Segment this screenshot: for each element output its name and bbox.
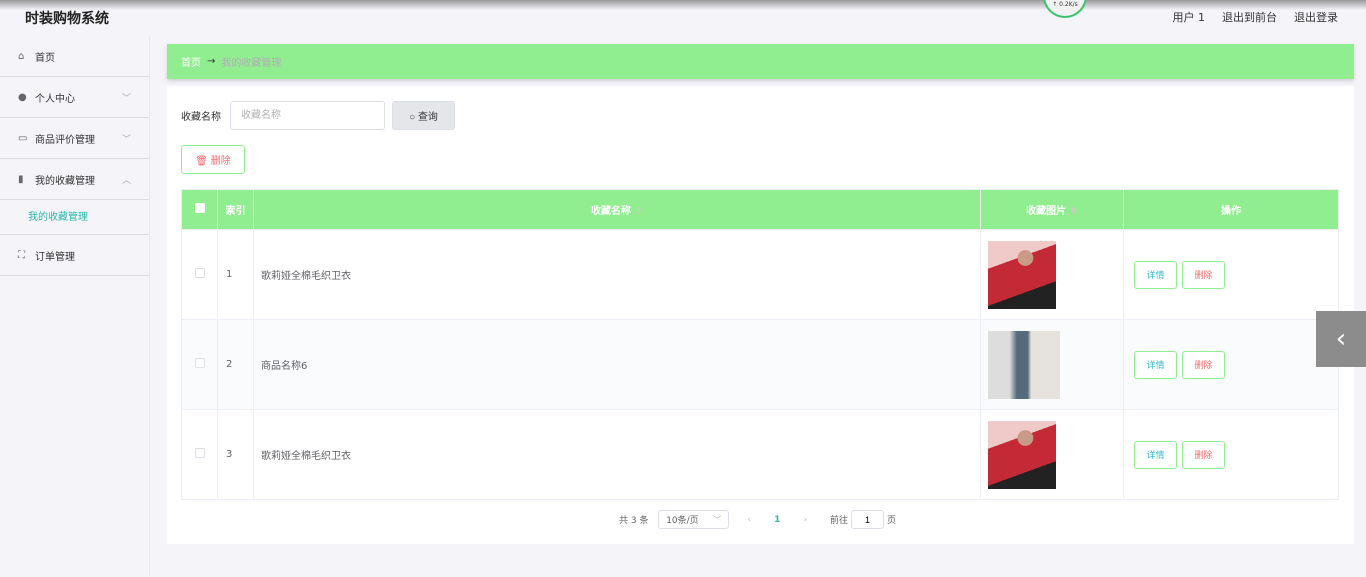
breadcrumb-home[interactable]: 首页 [181,54,201,69]
page-number[interactable]: 1 [774,515,780,525]
sidebar-item-personal[interactable]: ● 个人中心 ﹀ [0,77,149,118]
sidebar-item-label: 个人中心 [35,93,75,105]
select-all-cell[interactable] [181,189,218,230]
logout-link[interactable]: 退出登录 [1294,9,1338,25]
row-ops: 详情 删除 [1123,409,1339,500]
page-size-value: 10条/页 [666,516,699,526]
row-index: 3 [217,409,254,500]
detail-button[interactable]: 详情 [1134,350,1177,379]
product-image[interactable] [988,240,1056,309]
app-title: 时装购物系统 [25,11,109,27]
row-ops: 详情 删除 [1123,319,1339,410]
header-index: 索引 [217,189,254,230]
order-icon: ⛶ [18,249,25,261]
total-count: 共 3 条 [619,516,649,526]
delete-button[interactable]: 删除 [1182,350,1225,379]
row-name: 歌莉娅全棉毛织卫衣 [253,229,981,320]
row-name: 歌莉娅全棉毛织卫衣 [253,409,981,500]
row-image-cell [980,409,1124,500]
breadcrumb-current: 我的收藏管理 [221,58,282,69]
comment-icon: ▭ [18,132,28,144]
to-front-link[interactable]: 退出到前台 [1222,9,1277,25]
user-bar: 用户 1 退出到前台 退出登录 [1173,9,1339,25]
next-page-button[interactable]: › [803,515,807,525]
top-shade [0,0,1366,10]
content-card: 收藏名称 ○ 查询 🗑 删除 索引 收藏名称 ⇕ 收藏图片 ⇕ 操作 1 歌莉娅… [167,86,1354,544]
table-header: 索引 收藏名称 ⇕ 收藏图片 ⇕ 操作 [181,189,1339,230]
header-image[interactable]: 收藏图片 ⇕ [980,189,1124,230]
header-image-label: 收藏图片 [1026,206,1067,217]
row-checkbox-cell[interactable] [181,319,218,410]
row-checkbox[interactable] [194,268,205,278]
sidebar-item-orders[interactable]: ⛶ 订单管理 [0,235,149,276]
sort-icon[interactable]: ⇕ [635,206,643,217]
clipboard-icon: ▮ [18,173,24,185]
username: 用户 1 [1172,11,1206,24]
chevron-down-icon: ﹀ [121,93,131,104]
breadcrumb: 首页 → 我的收藏管理 [167,44,1354,79]
table-row: 2 商品名称6 详情 删除 [181,319,1339,410]
chevron-up-icon: ︿ [121,175,131,186]
table-row: 3 歌莉娅全棉毛织卫衣 详情 删除 [181,409,1339,500]
delete-button[interactable]: 删除 [1182,440,1225,469]
detail-button[interactable]: 详情 [1134,260,1177,289]
row-checkbox-cell[interactable] [181,409,218,500]
home-icon: ⌂ [18,50,25,62]
user-icon: ● [18,91,27,103]
sidebar-item-label: 订单管理 [35,251,75,263]
sidebar-item-label: 首页 [35,52,55,64]
favorites-table: 索引 收藏名称 ⇕ 收藏图片 ⇕ 操作 1 歌莉娅全棉毛织卫衣 详情 删除 2 商… [181,189,1339,500]
sort-icon[interactable]: ⇕ [1070,206,1078,217]
trash-icon: 🗑 [195,156,211,167]
row-index: 2 [217,319,254,410]
sidebar-item-home[interactable]: ⌂ 首页 [0,36,149,77]
collapse-panel-button[interactable]: ‹ [1316,311,1366,367]
sidebar-item-reviews[interactable]: ▭ 商品评价管理 ﹀ [0,118,149,159]
page-suffix: 页 [886,516,896,526]
goto-page-input[interactable] [850,510,884,529]
breadcrumb-arrow: → [207,56,216,67]
batch-delete-button[interactable]: 🗑 删除 [181,145,245,174]
table-row: 1 歌莉娅全棉毛织卫衣 详情 删除 [181,229,1339,320]
product-image[interactable] [988,330,1060,399]
search-input[interactable] [230,101,385,130]
header-name[interactable]: 收藏名称 ⇕ [253,189,981,230]
chevron-down-icon: ﹀ [121,134,131,145]
row-checkbox-cell[interactable] [181,229,218,320]
delete-button[interactable]: 删除 [1182,260,1225,289]
row-checkbox[interactable] [194,358,205,368]
row-ops: 详情 删除 [1123,229,1339,320]
sidebar-item-favorites[interactable]: ▮ 我的收藏管理 ︿ [0,159,149,200]
query-label: 查询 [417,112,438,123]
select-all-checkbox[interactable] [194,203,205,213]
product-image[interactable] [988,420,1056,489]
chevron-left-icon: ‹ [1335,324,1347,354]
delete-label: 删除 [210,156,231,167]
chevron-down-icon: ﹀ [712,516,722,526]
sidebar-subitem-favorites[interactable]: 我的收藏管理 [0,200,149,235]
row-name: 商品名称6 [253,319,981,410]
sidebar-item-label: 我的收藏管理 [35,175,95,187]
search-label: 收藏名称 [181,112,221,123]
search-form: 收藏名称 ○ 查询 [181,101,455,130]
sidebar: ⌂ 首页 ● 个人中心 ﹀ ▭ 商品评价管理 ﹀ ▮ 我的收藏管理 ︿ 我的收藏管理 ⛶ 订单管… [0,36,150,577]
row-image-cell [980,319,1124,410]
sidebar-item-label: 商品评价管理 [35,134,95,146]
query-button[interactable]: ○ 查询 [392,101,455,130]
goto-label: 前往 [829,516,848,526]
network-speed-widget: ↑ 0.2K/s [1043,0,1087,18]
row-image-cell [980,229,1124,320]
page-size-select[interactable]: 10条/页 ﹀ [658,510,730,529]
search-icon: ○ [409,112,418,123]
row-index: 1 [217,229,254,320]
header-name-label: 收藏名称 [591,206,632,217]
header-ops: 操作 [1123,189,1339,230]
pagination: 共 3 条 10条/页 ﹀ ‹ 1 › 前往 页 [619,510,896,529]
row-checkbox[interactable] [194,448,205,458]
prev-page-button[interactable]: ‹ [747,515,751,525]
detail-button[interactable]: 详情 [1134,440,1177,469]
